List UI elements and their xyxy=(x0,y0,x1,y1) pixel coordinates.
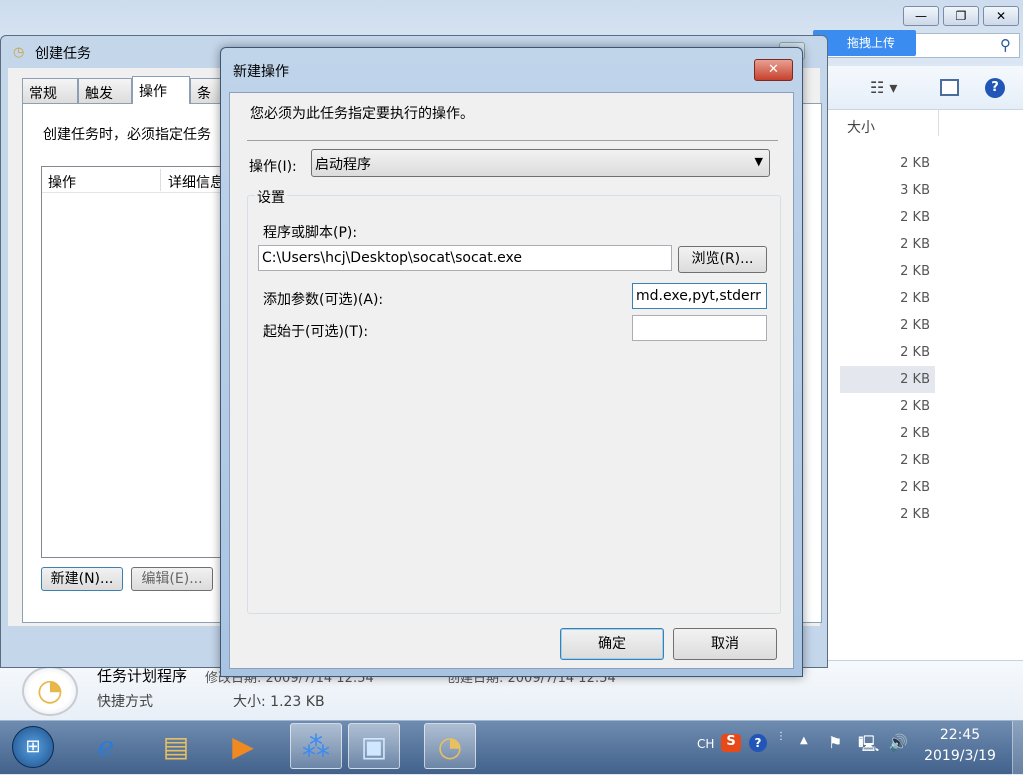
search-icon[interactable]: ⚲ xyxy=(1000,36,1011,54)
cancel-button[interactable]: 取消 xyxy=(673,628,777,660)
sogou-ime-icon[interactable]: S xyxy=(721,734,741,752)
file-size-cell[interactable]: 2 KB xyxy=(840,258,935,285)
settings-group-label: 设置 xyxy=(255,187,287,207)
help-icon[interactable]: ? xyxy=(985,78,1005,98)
file-size-cell[interactable]: 2 KB xyxy=(840,312,935,339)
control-panel-icon[interactable]: ▣ xyxy=(348,723,400,769)
file-size-cell[interactable]: 2 KB xyxy=(840,366,935,393)
clock-icon: ◷ xyxy=(13,45,25,60)
file-size-cell[interactable]: 2 KB xyxy=(840,204,935,231)
action-center-flag-icon[interactable]: ⚑ xyxy=(828,733,842,752)
new-action-dialog: 新建操作 ✕ 您必须为此任务指定要执行的操作。 操作(I): 启动程序 ▼ 设置… xyxy=(220,47,803,677)
action-combobox[interactable]: 启动程序 ▼ xyxy=(311,149,770,177)
new-action-button[interactable]: 新建(N)... xyxy=(41,567,123,591)
minimize-button[interactable]: — xyxy=(903,6,939,26)
column-action[interactable]: 操作 xyxy=(48,172,76,192)
chevron-down-icon: ▼ xyxy=(754,155,763,168)
language-indicator[interactable]: CH xyxy=(697,737,714,751)
file-size-cell[interactable]: 2 KB xyxy=(840,231,935,258)
details-size: 大小: 1.23 KB xyxy=(233,694,325,710)
show-desktop-button[interactable] xyxy=(1012,721,1023,775)
internet-explorer-icon[interactable]: ℯ xyxy=(80,723,132,769)
instruction-text: 您必须为此任务指定要执行的操作。 xyxy=(250,106,474,122)
volume-icon[interactable]: 🔊 xyxy=(888,733,908,752)
taskbar: ⊞ ℯ ▤ ▶ ⁂ ▣ ◔ CH S ? ⋮ ▲ ⚑ 🖳 🔊 22:45 201… xyxy=(0,720,1023,775)
clock-icon: ◔ xyxy=(22,666,78,716)
dialog-content: 您必须为此任务指定要执行的操作。 操作(I): 启动程序 ▼ 设置 程序或脚本(… xyxy=(229,92,794,669)
action-value: 启动程序 xyxy=(315,157,371,173)
actions-list[interactable]: 操作 详细信息 xyxy=(41,166,231,558)
ok-button[interactable]: 确定 xyxy=(560,628,664,660)
ime-options-icon[interactable]: ⋮ xyxy=(776,731,786,742)
start-button[interactable]: ⊞ xyxy=(12,726,54,768)
file-size-cell[interactable]: 2 KB xyxy=(840,420,935,447)
edit-action-button[interactable]: 编辑(E)... xyxy=(131,567,213,591)
start-in-label: 起始于(可选)(T): xyxy=(263,324,369,340)
show-hidden-icons[interactable]: ▲ xyxy=(800,735,808,746)
file-explorer-icon[interactable]: ▤ xyxy=(150,723,202,769)
baidu-upload-badge[interactable]: 拖拽上传 xyxy=(813,30,916,56)
file-size-cell[interactable]: 2 KB xyxy=(840,339,935,366)
actions-description: 创建任务时，必须指定任务 xyxy=(43,127,211,143)
file-size-cell[interactable]: 2 KB xyxy=(840,285,935,312)
clock-time[interactable]: 22:45 xyxy=(930,727,990,743)
program-label: 程序或脚本(P): xyxy=(263,225,358,241)
view-options-icon[interactable]: ☷ ▾ xyxy=(870,78,897,97)
window-title: 创建任务 xyxy=(35,46,91,62)
file-size-cell[interactable]: 3 KB xyxy=(840,177,935,204)
preview-pane-icon[interactable] xyxy=(940,79,959,96)
column-details[interactable]: 详细信息 xyxy=(168,172,224,192)
tab-triggers[interactable]: 触发器 xyxy=(78,78,132,122)
clock-date[interactable]: 2019/3/19 xyxy=(920,748,1000,764)
maximize-button[interactable]: ❐ xyxy=(943,6,979,26)
file-size-cell[interactable]: 2 KB xyxy=(840,393,935,420)
network-icon[interactable]: 🖳 xyxy=(858,733,879,760)
help-tray-icon[interactable]: ? xyxy=(749,734,767,752)
program-input[interactable]: C:\Users\hcj\Desktop\socat\socat.exe xyxy=(258,245,672,271)
start-in-input[interactable] xyxy=(632,315,767,341)
arguments-input[interactable]: md.exe,pyt,stderr xyxy=(632,283,767,309)
close-button[interactable]: ✕ xyxy=(983,6,1019,26)
task-scheduler-icon[interactable]: ◔ xyxy=(424,723,476,769)
file-size-cell[interactable]: 2 KB xyxy=(840,474,935,501)
column-header-size[interactable]: 大小 xyxy=(847,117,875,137)
baidu-netdisk-icon[interactable]: ⁂ xyxy=(290,723,342,769)
tab-actions[interactable]: 操作 xyxy=(132,76,190,104)
file-size-cell[interactable]: 2 KB xyxy=(840,447,935,474)
file-size-cell[interactable]: 2 KB xyxy=(840,501,935,528)
browse-button[interactable]: 浏览(R)... xyxy=(678,246,767,273)
dialog-close-button[interactable]: ✕ xyxy=(754,59,793,81)
media-player-icon[interactable]: ▶ xyxy=(217,723,269,769)
arguments-label: 添加参数(可选)(A): xyxy=(263,292,384,308)
file-size-cell[interactable]: 2 KB xyxy=(840,150,935,177)
action-label: 操作(I): xyxy=(249,159,297,175)
dialog-title: 新建操作 xyxy=(233,64,289,80)
tab-general[interactable]: 常规 xyxy=(22,78,78,104)
details-name: 任务计划程序 xyxy=(97,667,188,685)
details-type: 快捷方式 xyxy=(97,694,153,710)
